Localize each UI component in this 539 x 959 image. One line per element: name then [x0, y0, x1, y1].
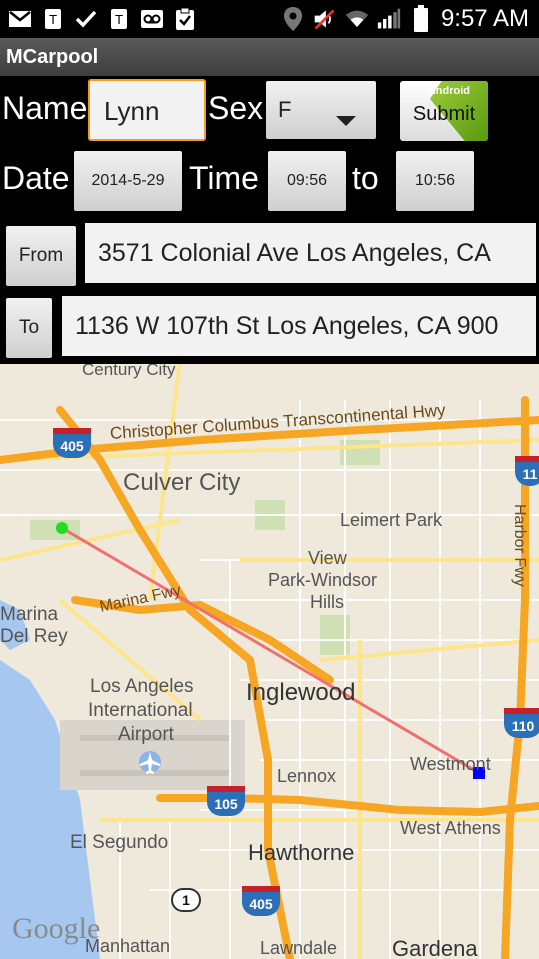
- from-button[interactable]: From: [6, 226, 76, 286]
- sex-label: Sex: [208, 90, 264, 126]
- map-label: Hawthorne: [248, 840, 355, 865]
- submit-label: Submit: [412, 102, 476, 125]
- map-label: Hills: [310, 592, 344, 612]
- interstate-105-shield-icon: 105: [207, 786, 245, 816]
- map-label: Del Rey: [0, 626, 68, 647]
- app-title: MCarpool: [6, 45, 99, 68]
- map-label: Lennox: [277, 766, 337, 786]
- map-label: Los Angeles: [90, 676, 194, 697]
- mute-icon: [313, 7, 337, 31]
- state-route-1-shield-icon: 1: [171, 888, 201, 912]
- map-label: View: [308, 548, 347, 568]
- google-logo: Google: [12, 912, 101, 945]
- status-time: 9:57 AM: [440, 5, 529, 32]
- to-button[interactable]: To: [6, 298, 52, 358]
- date-label: Date: [2, 160, 70, 196]
- chevron-down-icon: [336, 106, 356, 132]
- battery-icon: [409, 5, 433, 32]
- to-address-input[interactable]: 1136 W 107th St Los Angeles, CA 900: [62, 296, 536, 356]
- time-from-button[interactable]: 09:56: [268, 151, 346, 211]
- map-label: Leimert Park: [340, 510, 443, 530]
- map-label: Marina Fwy: [98, 582, 183, 616]
- map-labels: Century City Christopher Columbus Transc…: [0, 364, 539, 959]
- tmobile-icon: T: [41, 7, 65, 31]
- map-label: Park-Windsor: [268, 570, 378, 590]
- map-label: Lawndale: [260, 938, 338, 958]
- time-to-button[interactable]: 10:56: [396, 151, 474, 211]
- map-label: Century City: [82, 364, 176, 379]
- signal-icon: [377, 7, 401, 31]
- map-label: Inglewood: [246, 679, 356, 706]
- clipboard-check-icon: [173, 7, 197, 31]
- tmobile-icon: T: [107, 7, 131, 31]
- map-label: Culver City: [123, 469, 241, 496]
- submit-button[interactable]: Android Submit: [400, 81, 488, 141]
- sex-select-value: F: [278, 97, 292, 122]
- svg-text:T: T: [48, 13, 57, 27]
- interstate-110-shield-icon: 110: [504, 708, 539, 738]
- map-label: Harbor Fwy: [511, 504, 528, 587]
- map-label: Airport: [118, 724, 174, 745]
- app-title-bar: MCarpool: [0, 38, 539, 76]
- to-label: to: [352, 160, 379, 196]
- status-bar: T T 9:57 AM: [0, 0, 539, 38]
- time-label: Time: [189, 160, 259, 196]
- map-label: Gardena: [392, 936, 478, 959]
- from-address-input[interactable]: 3571 Colonial Ave Los Angeles, CA: [85, 223, 536, 283]
- interstate-110-shield-icon: 11: [515, 456, 539, 486]
- name-label: Name: [2, 90, 88, 126]
- location-icon: [281, 7, 305, 31]
- interstate-405-shield-icon: 405: [242, 886, 280, 916]
- map-view[interactable]: Century City Christopher Columbus Transc…: [0, 364, 539, 959]
- svg-text:T: T: [114, 13, 123, 27]
- name-input[interactable]: Lynn: [88, 79, 206, 141]
- map-label: Marina: [0, 604, 59, 625]
- voicemail-icon: [140, 7, 164, 31]
- check-icon: [74, 7, 98, 31]
- mail-icon: [8, 7, 32, 31]
- map-label: Westmont: [410, 754, 491, 774]
- map-label: Christopher Columbus Transcontinental Hw…: [109, 400, 447, 443]
- map-label: El Segundo: [70, 832, 169, 853]
- map-label: West Athens: [400, 818, 501, 838]
- interstate-405-shield-icon: 405: [53, 428, 91, 458]
- map-label: International: [88, 700, 193, 721]
- submit-badge-text: Android: [427, 85, 470, 97]
- date-button[interactable]: 2014-5-29: [74, 151, 182, 211]
- sex-select[interactable]: F: [266, 81, 376, 139]
- wifi-icon: [345, 7, 369, 31]
